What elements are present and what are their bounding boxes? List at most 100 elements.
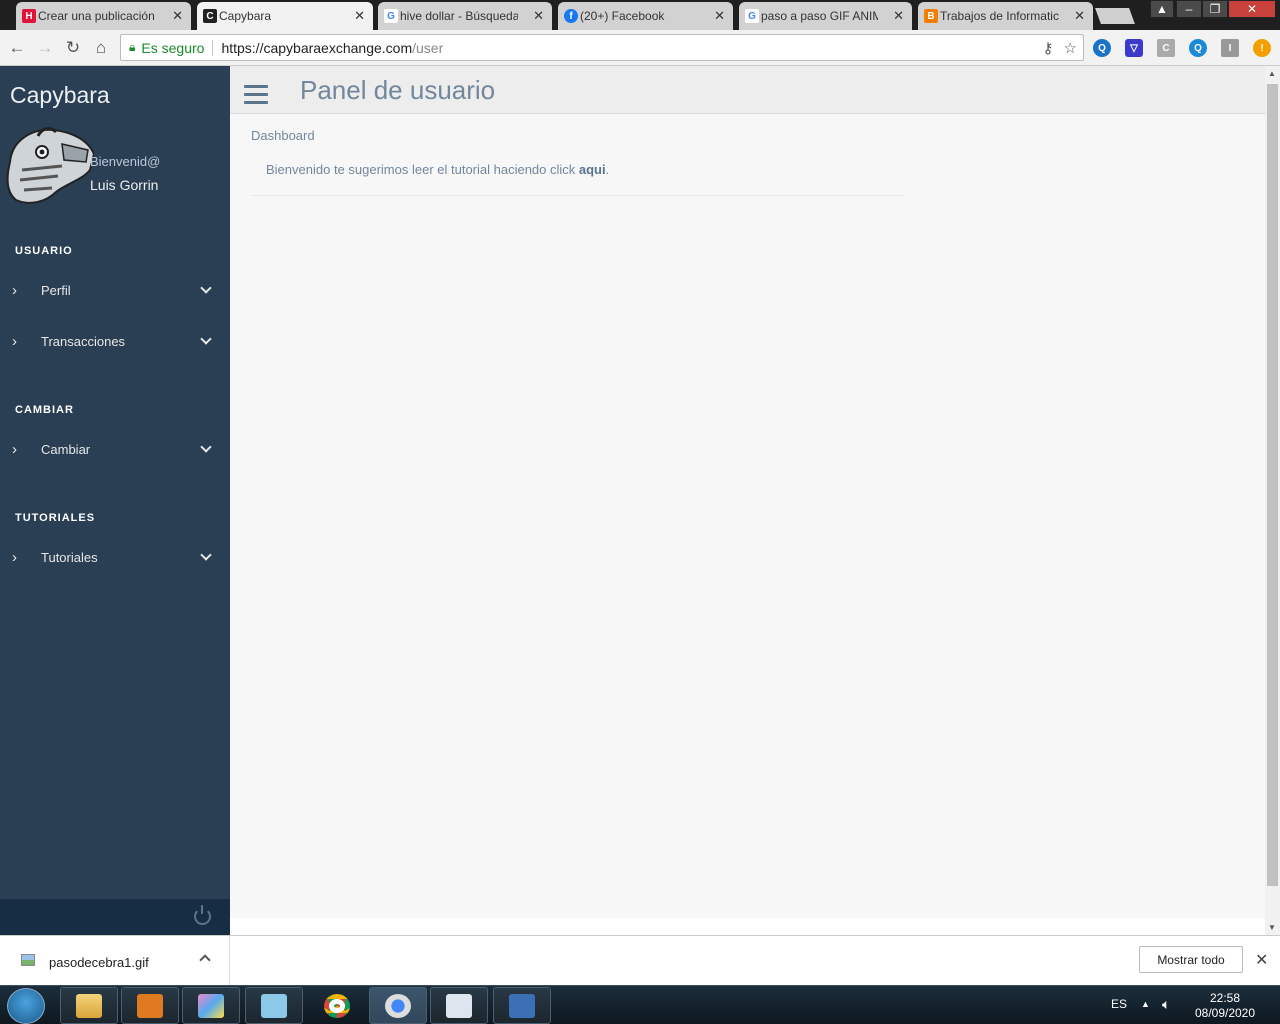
chevron-down-icon bbox=[200, 282, 212, 294]
tab-title: Trabajos de Informatic bbox=[940, 9, 1059, 23]
breadcrumb: Dashboard bbox=[251, 128, 315, 143]
taskbar-files[interactable] bbox=[430, 987, 488, 1024]
document-stack-icon bbox=[446, 993, 472, 1018]
new-tab-button[interactable] bbox=[1095, 8, 1135, 24]
username: Luis Gorrin bbox=[90, 177, 159, 193]
language-indicator[interactable]: ES bbox=[1111, 997, 1127, 1011]
welcome-text: Bienvenido te sugerimos leer el tutorial… bbox=[266, 162, 579, 177]
chevron-up-icon[interactable] bbox=[199, 954, 211, 966]
url-host: https://capybaraexchange.com bbox=[221, 39, 413, 56]
tab-hive-dollar[interactable]: G hive dollar - Búsqueda ✕ bbox=[378, 2, 552, 30]
restore-icon[interactable]: ❐ bbox=[1202, 0, 1228, 18]
bookmark-star-icon[interactable]: ☆ bbox=[1064, 39, 1077, 57]
extension-search2-icon[interactable]: Q bbox=[1189, 39, 1207, 57]
reload-icon[interactable]: ↻ bbox=[62, 37, 84, 59]
key-icon[interactable]: ⚷ bbox=[1043, 39, 1054, 57]
taskbar-chrome-active[interactable] bbox=[369, 987, 427, 1024]
top-nav: Panel de usuario bbox=[230, 66, 1265, 114]
download-bar: pasodecebra1.gif Mostrar todo ✕ bbox=[0, 935, 1280, 985]
tab-close-icon[interactable]: ✕ bbox=[533, 8, 544, 24]
user-icon[interactable]: ▲ bbox=[1150, 0, 1174, 18]
tab-crear-publicacion[interactable]: H Crear una publicación ✕ bbox=[16, 2, 191, 30]
image-file-icon bbox=[21, 954, 35, 966]
power-icon[interactable] bbox=[194, 905, 211, 925]
tab-paso-a-paso[interactable]: G paso a paso GIF ANIM ✕ bbox=[739, 2, 912, 30]
tab-title: (20+) Facebook bbox=[580, 9, 665, 23]
sidebar-footer bbox=[0, 899, 230, 935]
menu-item-transacciones[interactable]: › Transacciones bbox=[0, 323, 230, 359]
section-cambiar: CAMBIAR bbox=[15, 404, 74, 416]
avatar bbox=[6, 127, 94, 204]
tab-close-icon[interactable]: ✕ bbox=[714, 8, 725, 24]
menu-item-tutoriales[interactable]: › Tutoriales bbox=[0, 539, 230, 575]
tab-trabajos[interactable]: B Trabajos de Informatic ✕ bbox=[918, 2, 1093, 30]
windows-taskbar: ES ▲ 🔈︎ 22:58 08/09/2020 bbox=[0, 985, 1280, 1024]
welcome-label: Bienvenid@ bbox=[90, 154, 161, 169]
tutorial-link[interactable]: aqui bbox=[579, 162, 606, 177]
scroll-up-icon[interactable]: ▲ bbox=[1268, 69, 1276, 78]
tab-capybara[interactable]: C Capybara ✕ bbox=[197, 2, 373, 30]
tab-close-icon[interactable]: ✕ bbox=[1074, 8, 1085, 24]
taskbar-paint[interactable] bbox=[182, 987, 240, 1024]
paint-icon bbox=[198, 993, 224, 1018]
google-icon: G bbox=[745, 9, 759, 23]
chevron-down-icon bbox=[200, 333, 212, 345]
tab-title: paso a paso GIF ANIM bbox=[761, 9, 878, 23]
menu-item-label: Perfil bbox=[41, 282, 71, 298]
chevron-right-icon: › bbox=[12, 332, 17, 350]
menu-item-perfil[interactable]: › Perfil bbox=[0, 272, 230, 308]
page-scrollbar[interactable]: ▲ ▼ bbox=[1265, 66, 1280, 935]
extension-i-icon[interactable]: I bbox=[1221, 39, 1239, 57]
hive-icon: H bbox=[22, 9, 36, 23]
extension-search-icon[interactable]: Q bbox=[1093, 39, 1111, 57]
chevron-down-icon bbox=[200, 549, 212, 561]
back-icon[interactable]: ← bbox=[6, 37, 28, 59]
taskbar-notes[interactable] bbox=[245, 987, 303, 1024]
minimize-icon[interactable]: – bbox=[1176, 0, 1202, 18]
show-all-button[interactable]: Mostrar todo bbox=[1139, 946, 1243, 973]
download-filename: pasodecebra1.gif bbox=[49, 955, 149, 970]
facebook-icon: f bbox=[564, 9, 578, 23]
window-close-icon[interactable]: ✕ bbox=[1228, 0, 1276, 18]
google-icon: G bbox=[384, 9, 398, 23]
tab-close-icon[interactable]: ✕ bbox=[172, 8, 183, 24]
tab-title: Capybara bbox=[219, 9, 272, 23]
chrome-icon bbox=[324, 993, 350, 1018]
main-content: Panel de usuario Dashboard Bienvenido te… bbox=[230, 66, 1265, 918]
brand-title[interactable]: Capybara bbox=[10, 82, 110, 109]
menu-toggle-icon[interactable] bbox=[244, 85, 268, 105]
extension-c-icon[interactable]: C bbox=[1157, 39, 1175, 57]
forward-icon[interactable]: → bbox=[34, 37, 56, 59]
taskbar-media-player[interactable] bbox=[121, 987, 179, 1024]
folder-icon bbox=[76, 993, 102, 1018]
tab-close-icon[interactable]: ✕ bbox=[893, 8, 904, 24]
tab-facebook[interactable]: f (20+) Facebook ✕ bbox=[558, 2, 733, 30]
taskbar-explorer[interactable] bbox=[60, 987, 118, 1024]
taskbar-chrome[interactable] bbox=[308, 987, 366, 1024]
blogger-icon: B bbox=[924, 9, 938, 23]
tray-expand-icon[interactable]: ▲ bbox=[1141, 999, 1150, 1009]
clock[interactable]: 22:58 08/09/2020 bbox=[1192, 991, 1258, 1021]
download-item[interactable]: pasodecebra1.gif bbox=[0, 936, 230, 985]
welcome-message: Bienvenido te sugerimos leer el tutorial… bbox=[266, 162, 609, 177]
menu-item-cambiar[interactable]: › Cambiar bbox=[0, 431, 230, 467]
scrollbar-thumb[interactable] bbox=[1267, 84, 1278, 886]
menu-item-label: Tutoriales bbox=[41, 549, 98, 565]
tab-title: Crear una publicación bbox=[38, 9, 155, 23]
volume-icon[interactable]: 🔈︎ bbox=[1162, 996, 1170, 1013]
url-path: /user bbox=[412, 39, 444, 56]
home-icon[interactable]: ⌂ bbox=[90, 37, 112, 59]
menu-item-label: Transacciones bbox=[41, 333, 126, 349]
chromium-icon bbox=[385, 993, 411, 1018]
capybara-icon: C bbox=[203, 9, 217, 23]
extension-shield-icon[interactable]: ▽ bbox=[1125, 39, 1143, 57]
start-button[interactable] bbox=[7, 988, 45, 1024]
tab-close-icon[interactable]: ✕ bbox=[354, 8, 365, 24]
close-download-bar-icon[interactable]: ✕ bbox=[1255, 950, 1268, 970]
section-usuario: USUARIO bbox=[15, 245, 73, 257]
address-bar[interactable]: 🔒︎ Es seguro https://capybaraexchange.co… bbox=[120, 34, 1084, 61]
update-alert-icon[interactable]: ! bbox=[1253, 39, 1271, 57]
scroll-down-icon[interactable]: ▼ bbox=[1268, 923, 1276, 932]
clock-time: 22:58 bbox=[1209, 991, 1241, 1005]
taskbar-word[interactable] bbox=[493, 987, 551, 1024]
